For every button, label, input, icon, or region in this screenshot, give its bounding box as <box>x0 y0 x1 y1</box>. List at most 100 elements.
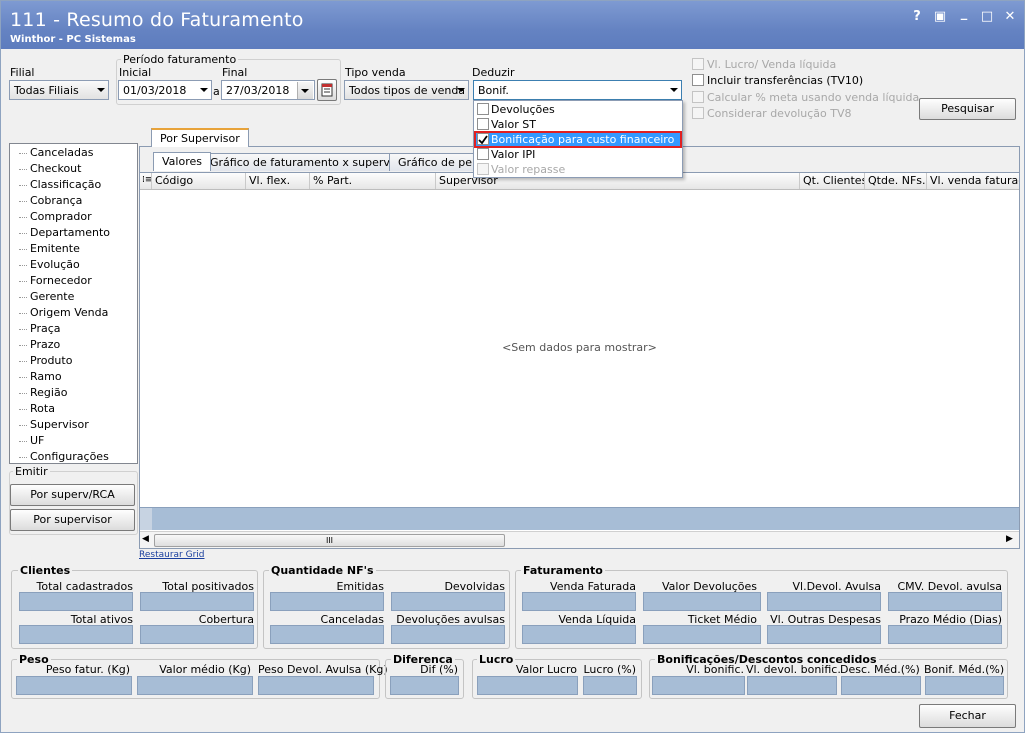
tree-item[interactable]: Ramo <box>10 369 137 385</box>
filial-label: Filial <box>10 66 35 79</box>
tree-item[interactable]: Praça <box>10 321 137 337</box>
tree-item[interactable]: Emitente <box>10 241 137 257</box>
tree-item[interactable]: Evolução <box>10 257 137 273</box>
tree-item[interactable]: Classificação <box>10 177 137 193</box>
horizontal-scrollbar[interactable]: ◀ III ▶ <box>140 531 1019 548</box>
deduzir-select[interactable]: Bonif. <box>473 80 682 100</box>
valor-lucro-field <box>477 676 578 695</box>
deduzir-option[interactable]: Bonificação para custo financeiro <box>474 131 682 148</box>
final-date-input[interactable]: 27/03/2018 <box>221 80 315 100</box>
incluir-transf-checkbox[interactable] <box>692 74 704 86</box>
total-cadastrados-field <box>19 592 133 611</box>
por-superv-rca-button[interactable]: Por superv/RCA <box>10 484 135 506</box>
clientes-title: Clientes <box>18 564 73 577</box>
tree-item[interactable]: Gerente <box>10 289 137 305</box>
deduzir-option-label: Devoluções <box>491 103 555 116</box>
devolucoes-avulsas-field <box>391 625 505 644</box>
ticket-medio-field <box>643 625 761 644</box>
column-chooser-icon[interactable]: ⁞≡ <box>140 173 152 189</box>
deduzir-option-checkbox[interactable] <box>477 148 489 160</box>
tipo-venda-select[interactable]: Todos tipos de venda <box>344 80 469 100</box>
tab-por-supervisor[interactable]: Por Supervisor <box>151 128 249 147</box>
venda-liquida-field <box>522 625 636 644</box>
calendar-button[interactable] <box>317 79 337 101</box>
deduzir-option[interactable]: Valor IPI <box>475 147 681 162</box>
tree-item[interactable]: Checkout <box>10 161 137 177</box>
chevron-down-icon <box>670 88 678 92</box>
title-bar: 111 - Resumo do Faturamento Winthor - PC… <box>1 1 1024 49</box>
fechar-button[interactable]: Fechar <box>919 704 1016 728</box>
deduzir-option[interactable]: Valor ST <box>475 117 681 132</box>
tree-item[interactable]: Supervisor <box>10 417 137 433</box>
tree-item[interactable]: Comprador <box>10 209 137 225</box>
valor-devolucoes-field <box>643 592 761 611</box>
deduzir-option-checkbox[interactable] <box>477 118 489 130</box>
final-label: Final <box>222 66 248 79</box>
inicial-date-input[interactable]: 01/03/2018 <box>118 80 212 100</box>
deduzir-option[interactable]: Devoluções <box>475 102 681 117</box>
vl-lucro-checkbox[interactable] <box>692 58 704 70</box>
peso-devol-avulsa-field <box>258 676 374 695</box>
cobertura-field <box>140 625 254 644</box>
chevron-down-icon[interactable] <box>200 88 208 92</box>
considerar-dev-checkbox[interactable] <box>692 107 704 119</box>
col-vl-flex[interactable]: Vl. flex. <box>246 173 310 189</box>
emitidas-field <box>270 592 384 611</box>
deduzir-option-checkbox[interactable] <box>477 133 489 145</box>
tab-grafico-faturamento[interactable]: Gráfico de faturamento x supervisor <box>201 153 419 171</box>
report-tree: Canceladas Checkout Classificação Cobrança C… <box>9 143 138 464</box>
maximize-icon[interactable]: □ <box>979 9 995 24</box>
dif-label: Dif (%) <box>420 663 458 676</box>
quantidade-nfs-title: Quantidade NF's <box>269 564 376 577</box>
peso-devol-avulsa-label: Peso Devol. Avulsa (Kg) <box>258 663 388 676</box>
restaurar-grid-link[interactable]: Restaurar Grid <box>139 550 205 560</box>
scroll-thumb[interactable]: III <box>154 534 505 547</box>
col-vl-venda-faturada[interactable]: Vl. venda faturada <box>927 173 1019 189</box>
vl-devol-bonific-label: Vl. devol. bonific. <box>746 663 841 676</box>
tree-item[interactable]: Fornecedor <box>10 273 137 289</box>
tree-item[interactable]: Prazo <box>10 337 137 353</box>
cmv-devol-avulsa-field <box>888 592 1002 611</box>
minimize-icon[interactable]: _ <box>956 6 972 21</box>
filial-select[interactable]: Todas Filiais <box>9 80 109 100</box>
vl-outras-despesas-field <box>767 625 881 644</box>
help-icon[interactable]: ? <box>909 9 925 24</box>
filial-value: Todas Filiais <box>14 84 79 97</box>
tree-item[interactable]: Canceladas <box>10 145 137 161</box>
scroll-left-icon[interactable]: ◀ <box>142 534 149 544</box>
restore-layout-icon[interactable]: ▣ <box>932 9 948 24</box>
pesquisar-button[interactable]: Pesquisar <box>919 98 1016 120</box>
deduzir-option-label: Valor ST <box>491 118 536 131</box>
tree-item[interactable]: Cobrança <box>10 193 137 209</box>
empty-grid-message: <Sem dados para mostrar> <box>502 341 657 354</box>
desc-med-label: Desc. Méd.(%) <box>840 663 920 676</box>
final-date-dropdown[interactable] <box>297 82 313 99</box>
window-subtitle: Winthor - PC Sistemas <box>10 34 136 45</box>
vl-lucro-label: Vl. Lucro/ Venda líquida <box>707 58 837 71</box>
considerar-dev-label: Considerar devolução TV8 <box>707 107 852 120</box>
tree-item[interactable]: Origem Venda <box>10 305 137 321</box>
tab-grafico-percentual[interactable]: Gráfico de perce <box>389 153 479 171</box>
a-label: a <box>213 85 220 98</box>
calcular-meta-checkbox[interactable] <box>692 91 704 103</box>
tree-item[interactable]: Região <box>10 385 137 401</box>
col-part[interactable]: % Part. <box>310 173 436 189</box>
col-qt-clientes[interactable]: Qt. Clientes <box>800 173 865 189</box>
por-supervisor-button[interactable]: Por supervisor <box>10 509 135 531</box>
canceladas-field <box>270 625 384 644</box>
deduzir-option-checkbox[interactable] <box>477 103 489 115</box>
scroll-right-icon[interactable]: ▶ <box>1006 534 1013 544</box>
deduzir-label: Deduzir <box>472 66 515 79</box>
grid-footer-summary <box>140 507 1019 530</box>
tree-item[interactable]: Produto <box>10 353 137 369</box>
col-codigo[interactable]: Código <box>152 173 246 189</box>
inicial-label: Inicial <box>119 66 152 79</box>
col-qtde-nfs[interactable]: Qtde. NFs. <box>865 173 927 189</box>
tab-valores[interactable]: Valores <box>153 152 211 171</box>
tree-item[interactable]: UF <box>10 433 137 449</box>
tree-item[interactable]: Departamento <box>10 225 137 241</box>
tree-item[interactable]: Configurações <box>10 449 137 463</box>
tree-item[interactable]: Rota <box>10 401 137 417</box>
lucro-pct-field <box>583 676 637 695</box>
close-icon[interactable]: ✕ <box>1002 9 1018 24</box>
